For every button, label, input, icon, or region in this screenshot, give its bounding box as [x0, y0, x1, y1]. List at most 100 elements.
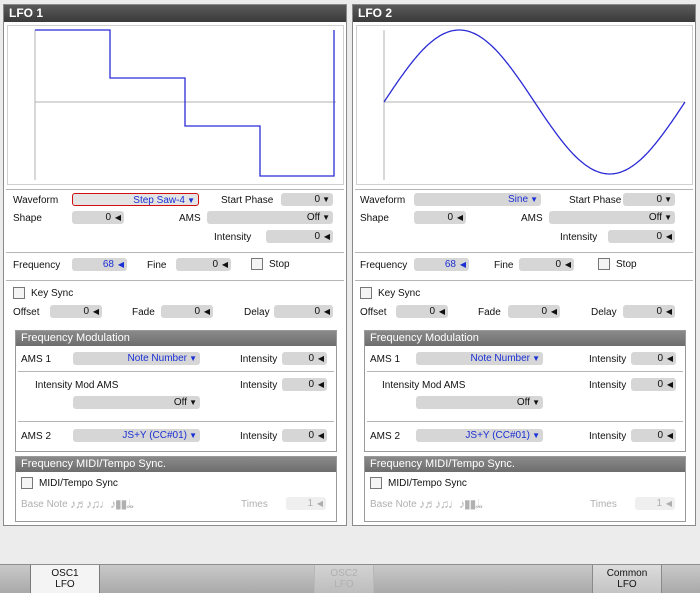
- times-value: 1: [656, 498, 662, 509]
- shape-stepper[interactable]: 0 ◀: [414, 211, 466, 224]
- shape-stepper[interactable]: 0 ◀: [72, 211, 124, 224]
- ams1-dropdown[interactable]: Note Number ▼: [73, 352, 200, 365]
- delay-stepper[interactable]: 0 ◀: [274, 305, 333, 318]
- lfo1-waveform-display: [7, 25, 344, 185]
- frequency-modulation-title: Frequency Modulation: [365, 331, 685, 346]
- intensity-mod-intensity-value: 0: [308, 379, 314, 390]
- ams-dropdown[interactable]: Off ▼: [207, 211, 333, 224]
- intensity-mod-ams-dropdown[interactable]: Off ▼: [416, 396, 543, 409]
- ams2-dropdown[interactable]: JS+Y (CC#01) ▼: [73, 429, 200, 442]
- ams2-label: AMS 2: [21, 431, 52, 442]
- delay-value: 0: [656, 306, 662, 317]
- offset-value: 0: [429, 306, 435, 317]
- fine-value: 0: [555, 259, 561, 270]
- waveform-dropdown[interactable]: Step Saw-4 ▼: [72, 193, 199, 206]
- fine-label: Fine: [147, 260, 167, 271]
- triangle-down-icon: ▼: [322, 213, 330, 222]
- ams1-intensity-stepper[interactable]: 0 ◀: [631, 352, 676, 365]
- stop-checkbox[interactable]: [598, 258, 610, 270]
- triangle-down-icon: ▼: [189, 354, 197, 363]
- midi-tempo-sync-label: MIDI/Tempo Sync: [388, 478, 467, 489]
- ams2-label: AMS 2: [370, 431, 401, 442]
- delay-stepper[interactable]: 0 ◀: [623, 305, 675, 318]
- intensity-mod-ams-label: Intensity Mod AMS: [382, 380, 466, 391]
- ams1-label: AMS 1: [370, 354, 401, 365]
- key-sync-label: Key Sync: [31, 288, 74, 299]
- fade-value: 0: [541, 306, 547, 317]
- ams1-intensity-value: 0: [308, 353, 314, 364]
- frequency-value: 68: [102, 259, 114, 270]
- ams2-intensity-value: 0: [657, 430, 663, 441]
- times-stepper[interactable]: 1 ◀: [635, 497, 675, 510]
- frequency-value: 68: [444, 259, 456, 270]
- start-phase-dropdown[interactable]: 0 ▼: [623, 193, 675, 206]
- ams1-label: AMS 1: [21, 354, 52, 365]
- triangle-left-icon: ◀: [666, 354, 673, 363]
- ams1-dropdown[interactable]: Note Number ▼: [416, 352, 543, 365]
- times-stepper[interactable]: 1 ◀: [286, 497, 326, 510]
- key-sync-checkbox[interactable]: [360, 287, 372, 299]
- triangle-down-icon: ▼: [322, 195, 330, 204]
- ams-value: Off: [306, 212, 320, 223]
- tab-common-lfo[interactable]: Common LFO: [592, 565, 662, 593]
- ams2-value: JS+Y (CC#01): [122, 430, 187, 441]
- intensity-stepper[interactable]: 0 ◀: [608, 230, 675, 243]
- intensity-stepper[interactable]: 0 ◀: [266, 230, 333, 243]
- tab-osc2-lfo-line1: OSC2: [330, 568, 358, 579]
- intensity-mod-intensity-stepper[interactable]: 0 ◀: [282, 378, 327, 391]
- tab-common-lfo-line2: LFO: [617, 579, 637, 590]
- triangle-down-icon: ▼: [532, 398, 540, 407]
- ams1-intensity-stepper[interactable]: 0 ◀: [282, 352, 327, 365]
- ams-dropdown[interactable]: Off ▼: [549, 211, 675, 224]
- music-note-icons[interactable]: ♪♬♪♫♩♪▮▮𝅗𝅥𝅝: [70, 497, 134, 512]
- frequency-label: Frequency: [13, 260, 61, 271]
- intensity-mod-intensity-stepper[interactable]: 0 ◀: [631, 378, 676, 391]
- ams-value: Off: [648, 212, 662, 223]
- fade-stepper[interactable]: 0 ◀: [161, 305, 213, 318]
- fine-stepper[interactable]: 0 ◀: [519, 258, 574, 271]
- triangle-left-icon: ◀: [92, 307, 99, 316]
- key-sync-label: Key Sync: [378, 288, 421, 299]
- triangle-left-icon: ◀: [456, 213, 463, 222]
- triangle-left-icon: ◀: [114, 213, 121, 222]
- triangle-left-icon: ◀: [666, 431, 673, 440]
- delay-label: Delay: [591, 307, 617, 318]
- frequency-stepper[interactable]: 68 ◀: [414, 258, 469, 271]
- fade-label: Fade: [478, 307, 501, 318]
- midi-tempo-sync-title: Frequency MIDI/Tempo Sync.: [365, 457, 685, 472]
- lfo1-title: LFO 1: [4, 5, 346, 22]
- ams2-intensity-stepper[interactable]: 0 ◀: [631, 429, 676, 442]
- shape-label: Shape: [13, 213, 42, 224]
- intensity-mod-ams-dropdown[interactable]: Off ▼: [73, 396, 200, 409]
- ams2-intensity-stepper[interactable]: 0 ◀: [282, 429, 327, 442]
- offset-stepper[interactable]: 0 ◀: [396, 305, 448, 318]
- base-note-label: Base Note: [21, 499, 68, 510]
- stop-checkbox[interactable]: [251, 258, 263, 270]
- midi-tempo-sync-checkbox[interactable]: [21, 477, 33, 489]
- ams2-intensity-value: 0: [308, 430, 314, 441]
- offset-stepper[interactable]: 0 ◀: [50, 305, 102, 318]
- fine-stepper[interactable]: 0 ◀: [176, 258, 231, 271]
- ams1-value: Note Number: [470, 353, 530, 364]
- key-sync-checkbox[interactable]: [13, 287, 25, 299]
- waveform-dropdown[interactable]: Sine ▼: [414, 193, 541, 206]
- ams2-dropdown[interactable]: JS+Y (CC#01) ▼: [416, 429, 543, 442]
- base-note-label: Base Note: [370, 499, 417, 510]
- midi-tempo-sync-checkbox[interactable]: [370, 477, 382, 489]
- triangle-down-icon: ▼: [187, 196, 195, 205]
- ams1-intensity-label: Intensity: [589, 354, 627, 365]
- fade-stepper[interactable]: 0 ◀: [508, 305, 560, 318]
- triangle-left-icon: ◀: [665, 307, 672, 316]
- triangle-down-icon: ▼: [532, 354, 540, 363]
- lfo1-waveform-graph: [34, 29, 336, 180]
- ams1-intensity-value: 0: [657, 353, 663, 364]
- frequency-stepper[interactable]: 68 ◀: [72, 258, 127, 271]
- music-note-icons[interactable]: ♪♬♪♫♩♪▮▮𝅗𝅥𝅝: [419, 497, 483, 512]
- triangle-left-icon: ◀: [323, 307, 330, 316]
- start-phase-dropdown[interactable]: 0 ▼: [281, 193, 333, 206]
- ams1-value: Note Number: [127, 353, 187, 364]
- lfo2-panel: LFO 2 Waveform Sine ▼ Start Phase 0 ▼ Shap…: [352, 4, 696, 526]
- shape-value: 0: [447, 212, 453, 223]
- tab-osc1-lfo[interactable]: OSC1 LFO: [30, 565, 100, 593]
- tab-osc2-lfo[interactable]: OSC2 LFO: [314, 565, 374, 593]
